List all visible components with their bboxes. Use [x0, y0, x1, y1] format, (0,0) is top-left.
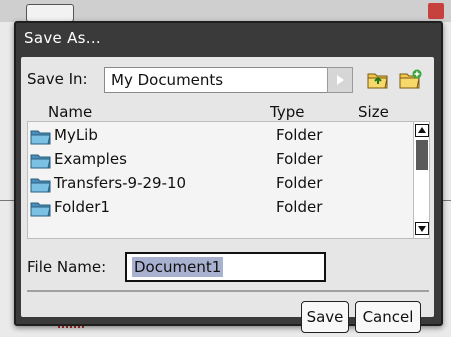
save-in-select[interactable]: My Documents — [104, 67, 344, 93]
column-type[interactable]: Type — [270, 103, 304, 121]
save-in-dropdown-arrow-icon[interactable] — [327, 67, 353, 93]
file-name-value: Document1 — [132, 257, 224, 277]
list-item-type: Folder — [276, 198, 323, 216]
column-name[interactable]: Name — [48, 103, 92, 121]
dialog-title: Save As... — [24, 29, 101, 47]
folder-up-icon[interactable] — [366, 67, 392, 91]
folder-icon — [30, 178, 51, 193]
folder-icon — [30, 130, 51, 145]
list-item-name: Examples — [54, 150, 127, 168]
list-item-name: MyLib — [54, 126, 98, 144]
list-item-name: Transfers-9-29-10 — [54, 174, 187, 192]
file-name-input[interactable]: Document1 — [125, 252, 326, 282]
list-item-type: Folder — [276, 150, 323, 168]
folder-icon — [30, 154, 51, 169]
background-dotted-mark — [58, 326, 84, 328]
file-list-header: Name Type Size — [27, 103, 427, 121]
new-folder-icon[interactable] — [398, 67, 424, 91]
save-button[interactable]: Save — [301, 301, 349, 333]
list-scrollbar[interactable] — [413, 122, 429, 238]
background-close-icon — [428, 3, 444, 19]
folder-icon — [30, 202, 51, 217]
list-item[interactable]: Examples Folder — [28, 148, 412, 172]
list-item-type: Folder — [276, 174, 323, 192]
list-item[interactable]: MyLib Folder — [28, 124, 412, 148]
list-item[interactable]: Transfers-9-29-10 Folder — [28, 172, 412, 196]
scroll-down-icon[interactable] — [415, 222, 429, 235]
scroll-up-icon[interactable] — [415, 124, 429, 137]
save-in-label: Save In: — [27, 70, 88, 88]
dialog-content: Save In: My Documents Name Type Size MyL… — [21, 57, 434, 333]
file-name-label: File Name: — [27, 258, 107, 276]
cancel-button[interactable]: Cancel — [355, 301, 421, 333]
background-tab — [26, 4, 74, 22]
scroll-thumb[interactable] — [416, 140, 428, 170]
save-as-dialog: Save As... Save In: My Documents Name Ty… — [14, 21, 443, 333]
column-size[interactable]: Size — [358, 103, 389, 121]
list-item-type: Folder — [276, 126, 323, 144]
list-item[interactable]: Folder1 Folder — [28, 196, 412, 220]
file-list: MyLib Folder Examples Folder Transfers-9… — [27, 121, 430, 239]
divider — [27, 290, 429, 292]
list-item-name: Folder1 — [54, 198, 110, 216]
